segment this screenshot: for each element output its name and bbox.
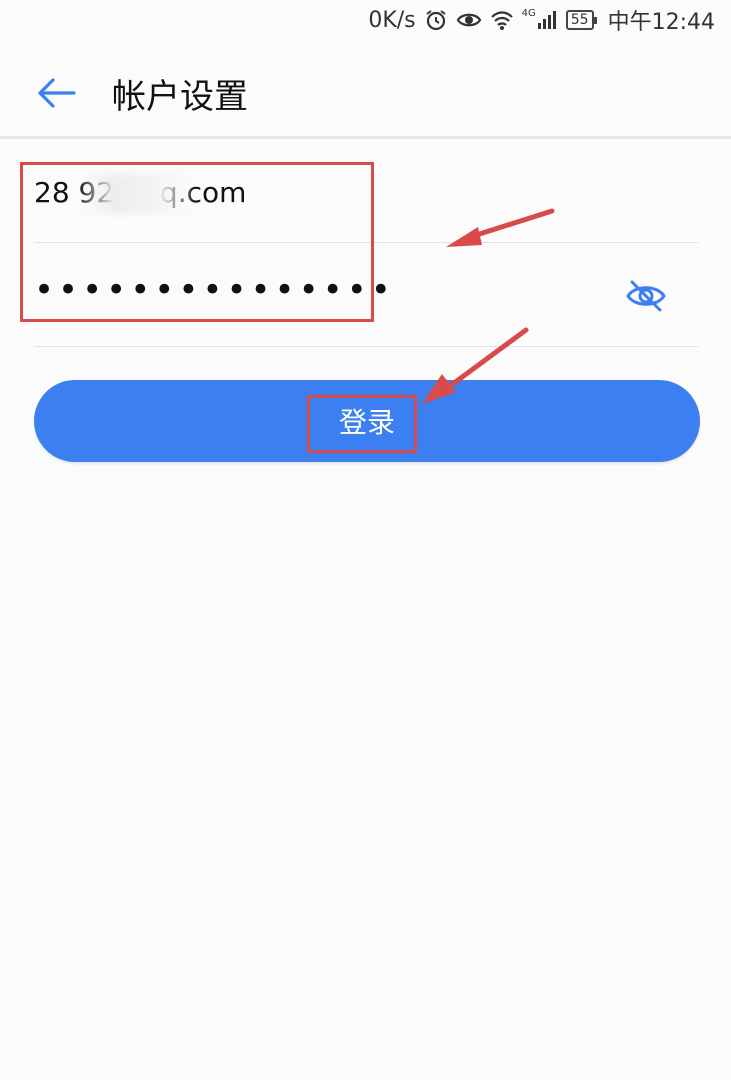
login-button[interactable]: 登录 [34,380,700,462]
alarm-icon [424,8,448,32]
app-header: 帐户设置 [0,50,731,139]
credentials-highlight-box [20,162,374,322]
login-screen: 0K/s 4G 55 中午12:44 帐户设置 28 92@qq.com •••… [0,0,731,1080]
eye-off-icon [626,280,666,312]
page-title: 帐户设置 [112,76,248,117]
arrow-left-icon [38,78,76,108]
signal-label: 4G [521,8,536,19]
signal-icon: 4G [522,8,558,32]
status-bar: 0K/s 4G 55 中午12:44 [0,0,731,40]
eye-comfort-icon [456,8,482,32]
back-button[interactable] [28,65,84,121]
login-label: 登录 [338,406,395,439]
battery-icon: 55 [565,10,597,30]
network-speed: 0K/s [368,7,416,33]
wifi-icon [490,8,514,32]
status-time: 中午12:44 [607,10,715,35]
toggle-password-visibility-button[interactable] [624,274,668,318]
